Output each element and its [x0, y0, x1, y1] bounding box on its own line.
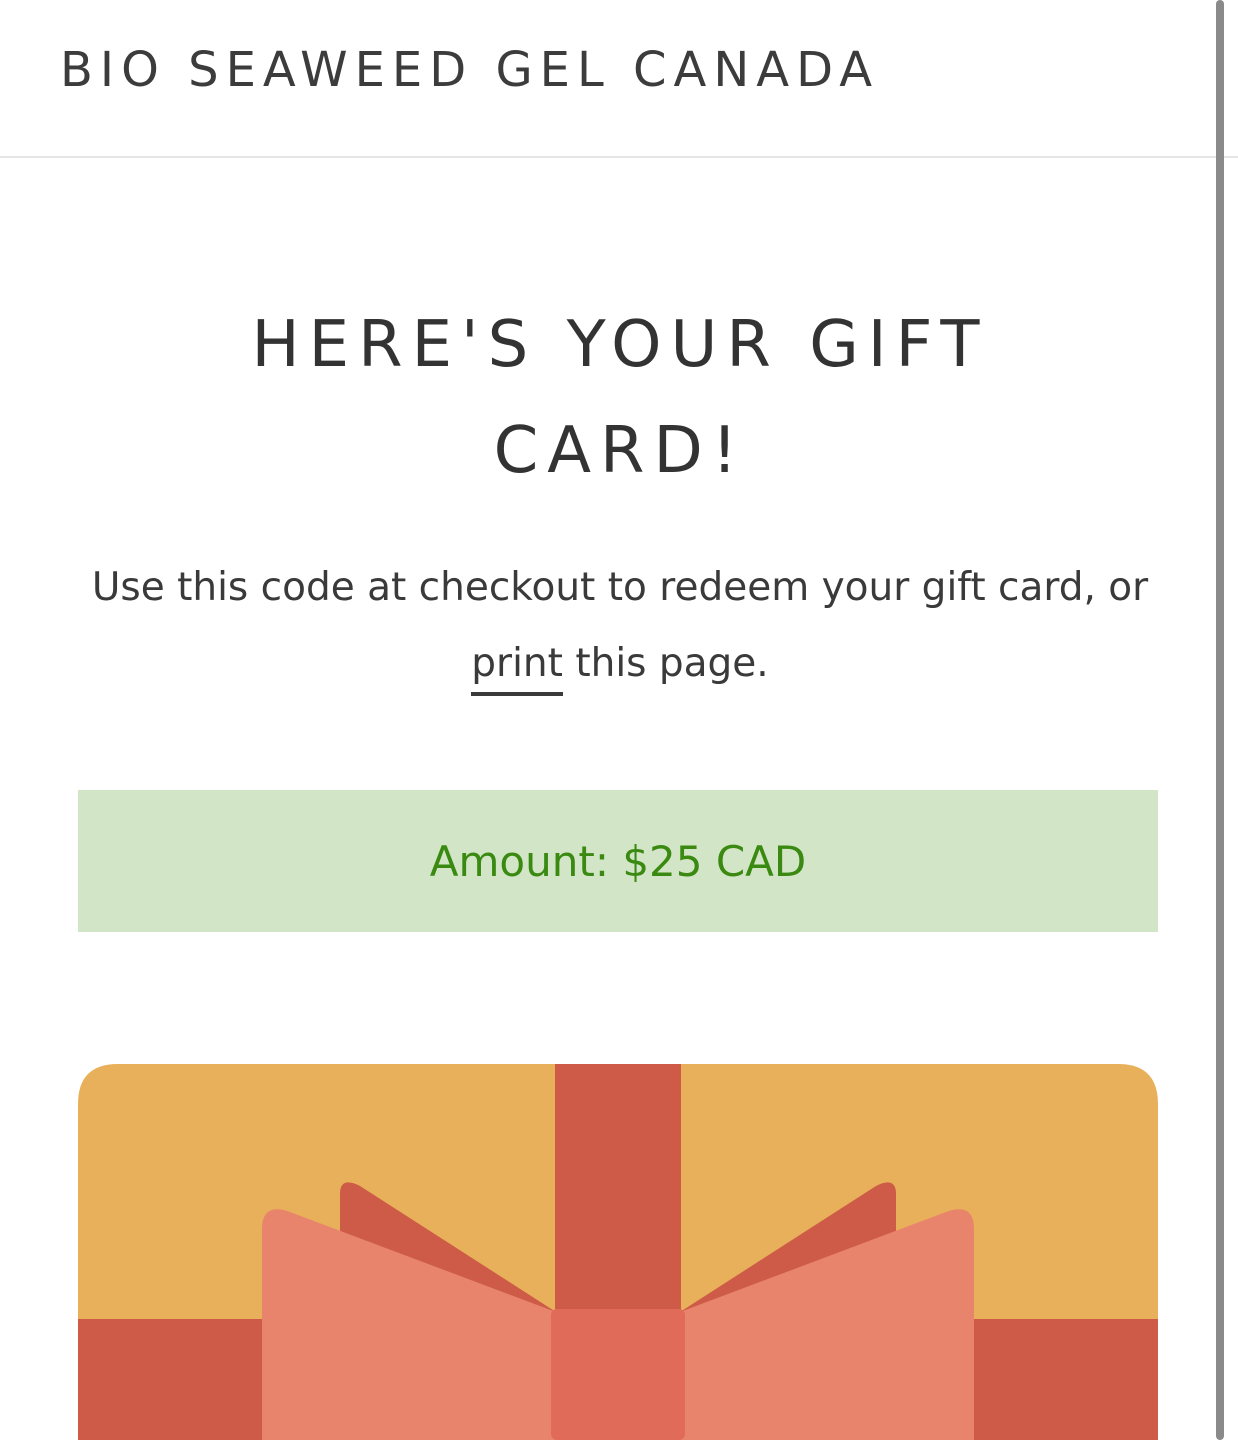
gift-card-image [78, 1064, 1158, 1440]
instructions-text-end: this page. [562, 641, 769, 686]
gift-card-amount: Amount: $25 CAD [429, 836, 807, 886]
store-name-logo[interactable]: BIO SEAWEED GEL CANADA [60, 42, 879, 98]
instructions-text: Use this code at checkout to redeem your… [80, 550, 1160, 702]
instructions-text-start: Use this code at checkout to redeem your… [91, 565, 1149, 610]
scrollbar[interactable] [1216, 0, 1224, 1440]
page-title: HERE'S YOUR GIFT CARD! [251, 308, 989, 488]
print-link[interactable]: print [471, 641, 563, 696]
site-header: BIO SEAWEED GEL CANADA [0, 0, 1238, 158]
bow-knot [551, 1309, 685, 1440]
gift-card-amount-banner: Amount: $25 CAD [78, 790, 1158, 932]
